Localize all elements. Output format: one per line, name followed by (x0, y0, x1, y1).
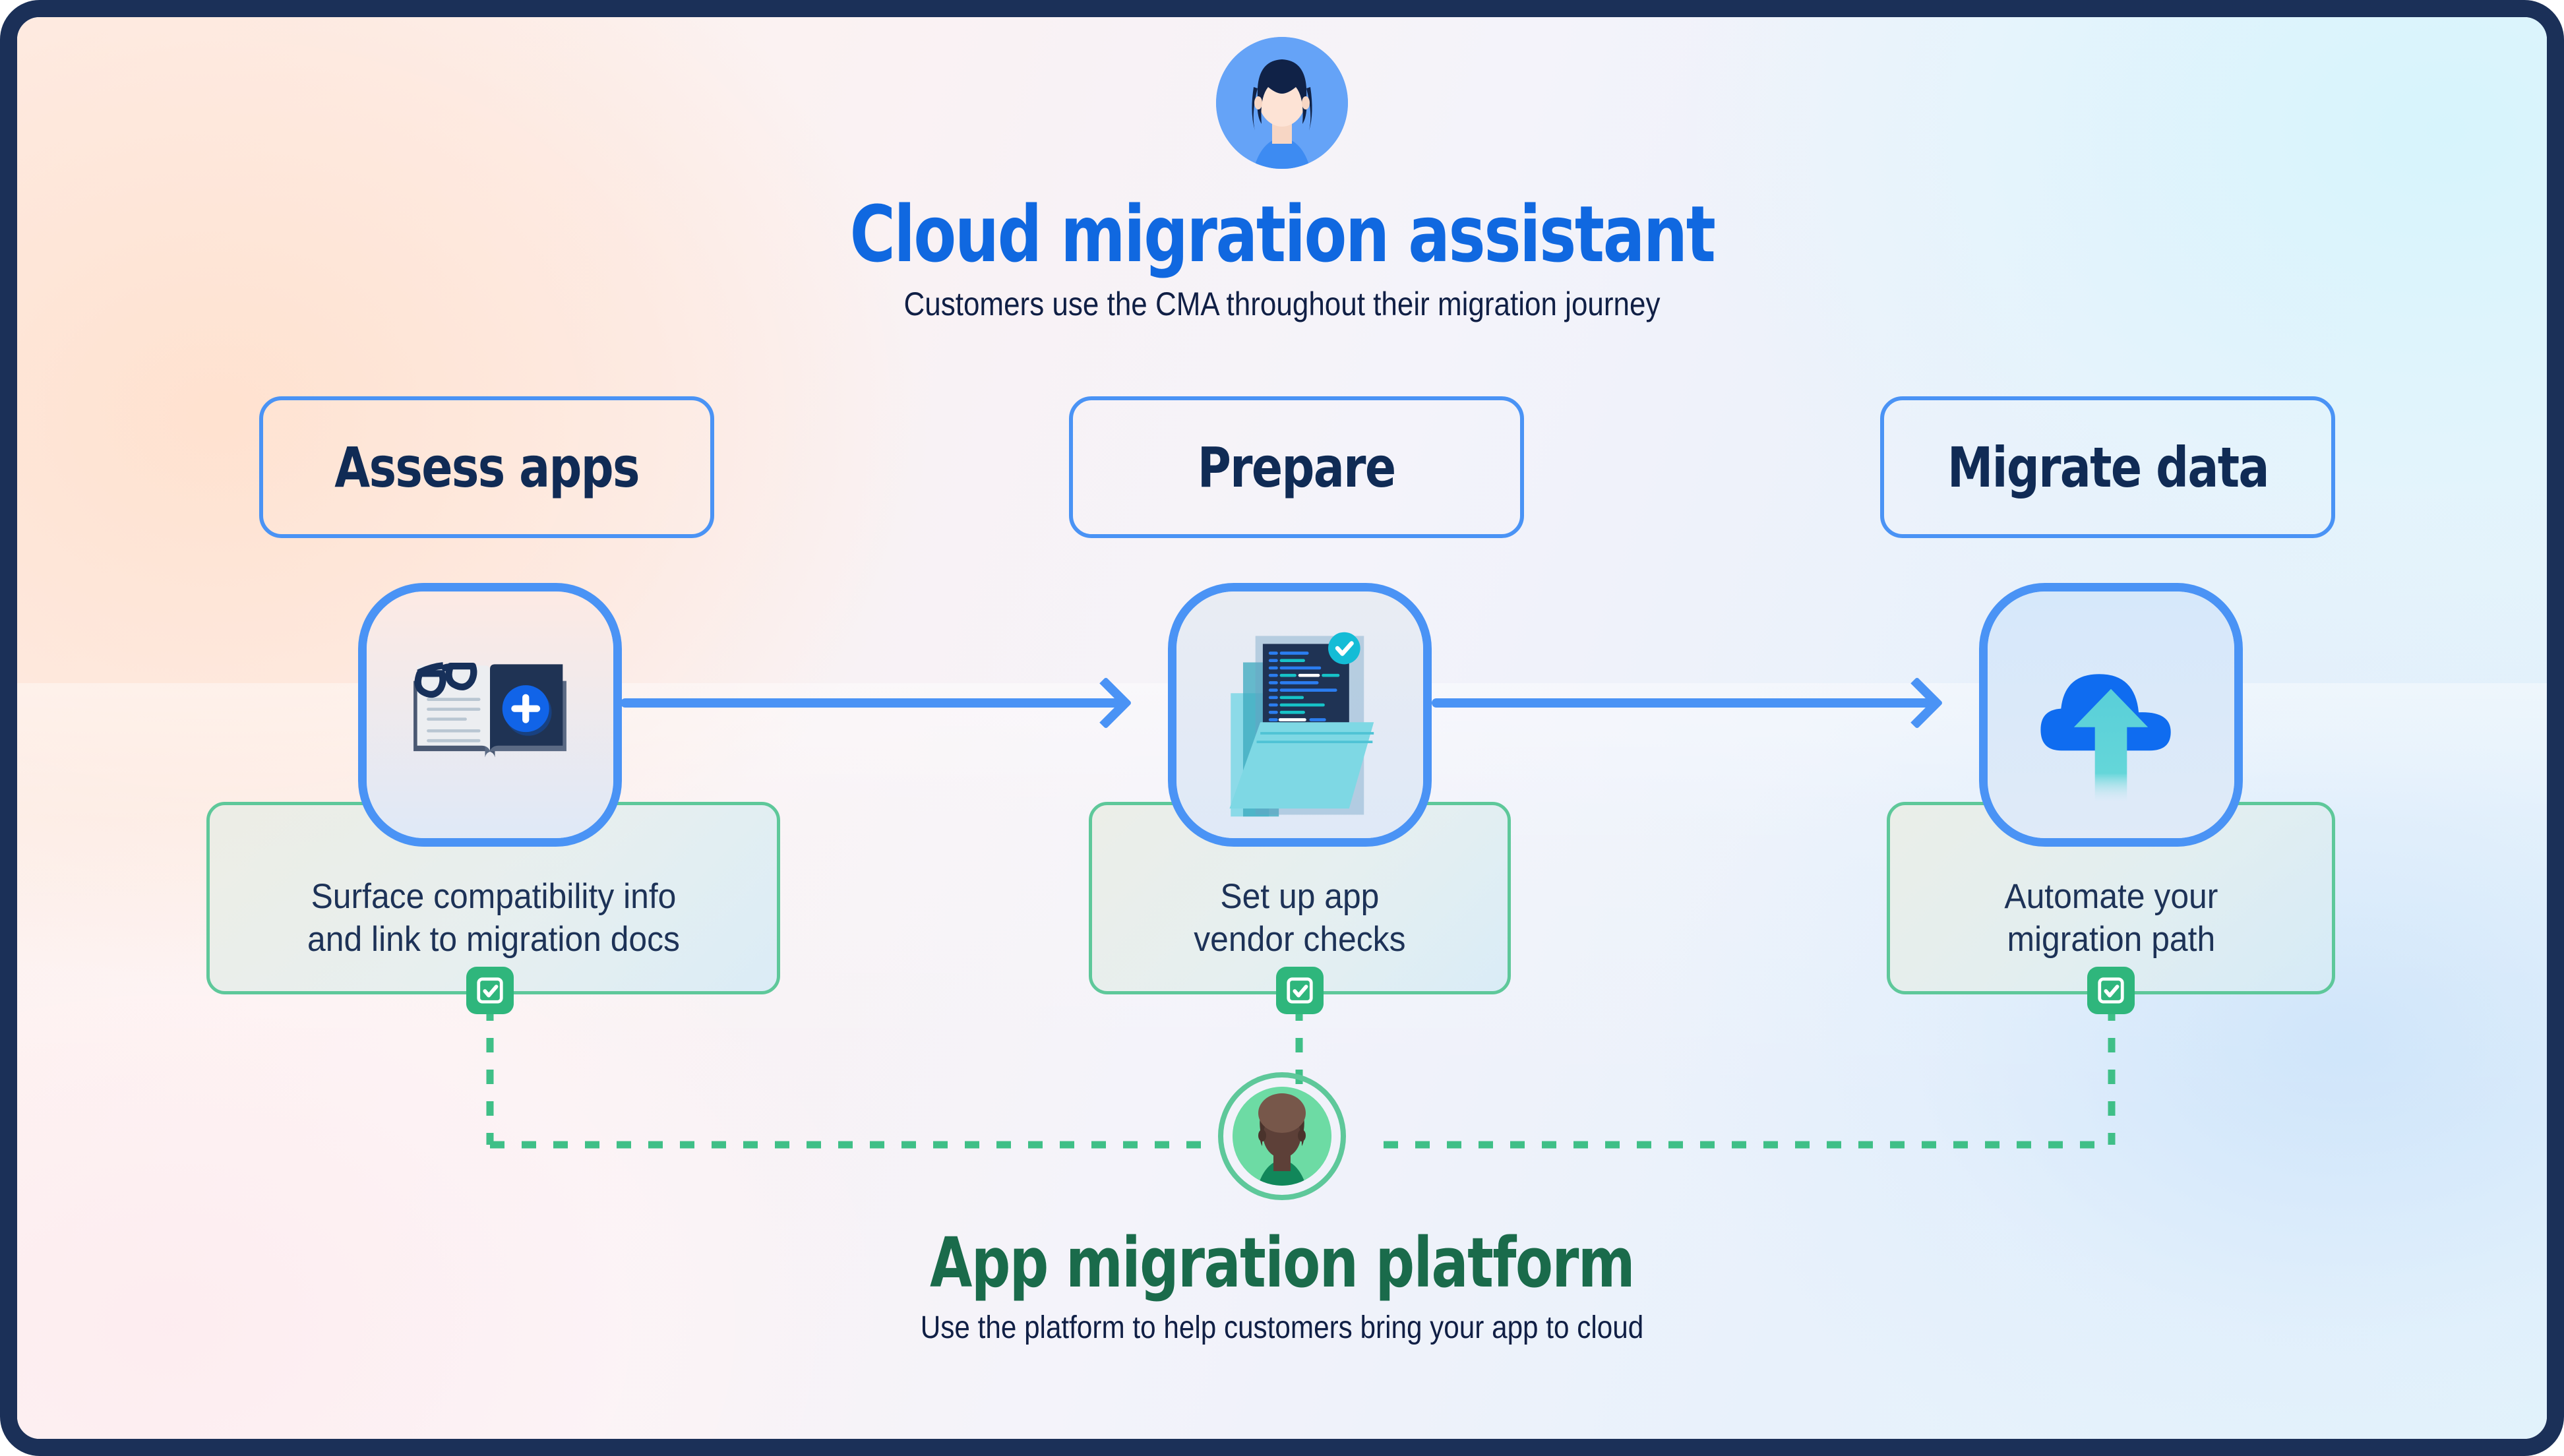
avatar-disc (1233, 1087, 1331, 1186)
arrow-head-icon (1080, 677, 1132, 729)
stage-label: Prepare (1198, 435, 1396, 500)
outcome-text: Set up app vendor checks (1194, 877, 1406, 959)
stage-column-migrate-data: Migrate data Automate your migration pat… (1880, 396, 2342, 1014)
arrow-shaft (1432, 698, 1933, 708)
arrow-head-icon (1891, 677, 1943, 729)
woman-avatar-icon (1216, 37, 1348, 169)
stage-label: Assess apps (334, 435, 640, 500)
arrow-shaft (621, 698, 1122, 708)
page-subtitle: Customers use the CMA throughout their m… (903, 286, 1661, 322)
stage-pill-migrate-data[interactable]: Migrate data (1880, 396, 2335, 538)
outcome-text: Surface compatibility info and link to mi… (307, 877, 680, 959)
outcome-text: Automate your migration path (2003, 877, 2218, 959)
stage-label: Migrate data (1947, 435, 2270, 500)
checkbox-icon (1276, 967, 1324, 1014)
stage-pill-prepare[interactable]: Prepare (1069, 396, 1524, 538)
footer-title: App migration platform (930, 1223, 1635, 1303)
checkbox-icon (466, 967, 514, 1014)
page-title: Cloud migration assistant (849, 189, 1716, 280)
stage-column-assess-apps: Assess apps Surface compatibility info a… (206, 396, 780, 1014)
arrow-prepare-to-migrate (1432, 677, 1943, 729)
diagram-frame: Cloud migration assistant Customers use … (0, 0, 2564, 1456)
arrow-assess-to-prepare (621, 677, 1132, 729)
stage-pill-assess-apps[interactable]: Assess apps (259, 396, 714, 538)
footer-subtitle: Use the platform to help customers bring… (920, 1310, 1644, 1345)
folder-document-check-icon (1168, 583, 1432, 847)
diagram-canvas: Cloud migration assistant Customers use … (17, 17, 2547, 1439)
person-avatar-icon (1218, 1072, 1346, 1200)
cloud-upload-icon (1979, 583, 2243, 847)
footer-section: App migration platform Use the platform … (17, 1072, 2547, 1346)
checkbox-icon (2087, 967, 2135, 1014)
book-glasses-plus-icon (358, 583, 622, 847)
stage-column-prepare: Prepare Set up app vendor checks (1069, 396, 1531, 1014)
header-section: Cloud migration assistant Customers use … (17, 37, 2547, 323)
